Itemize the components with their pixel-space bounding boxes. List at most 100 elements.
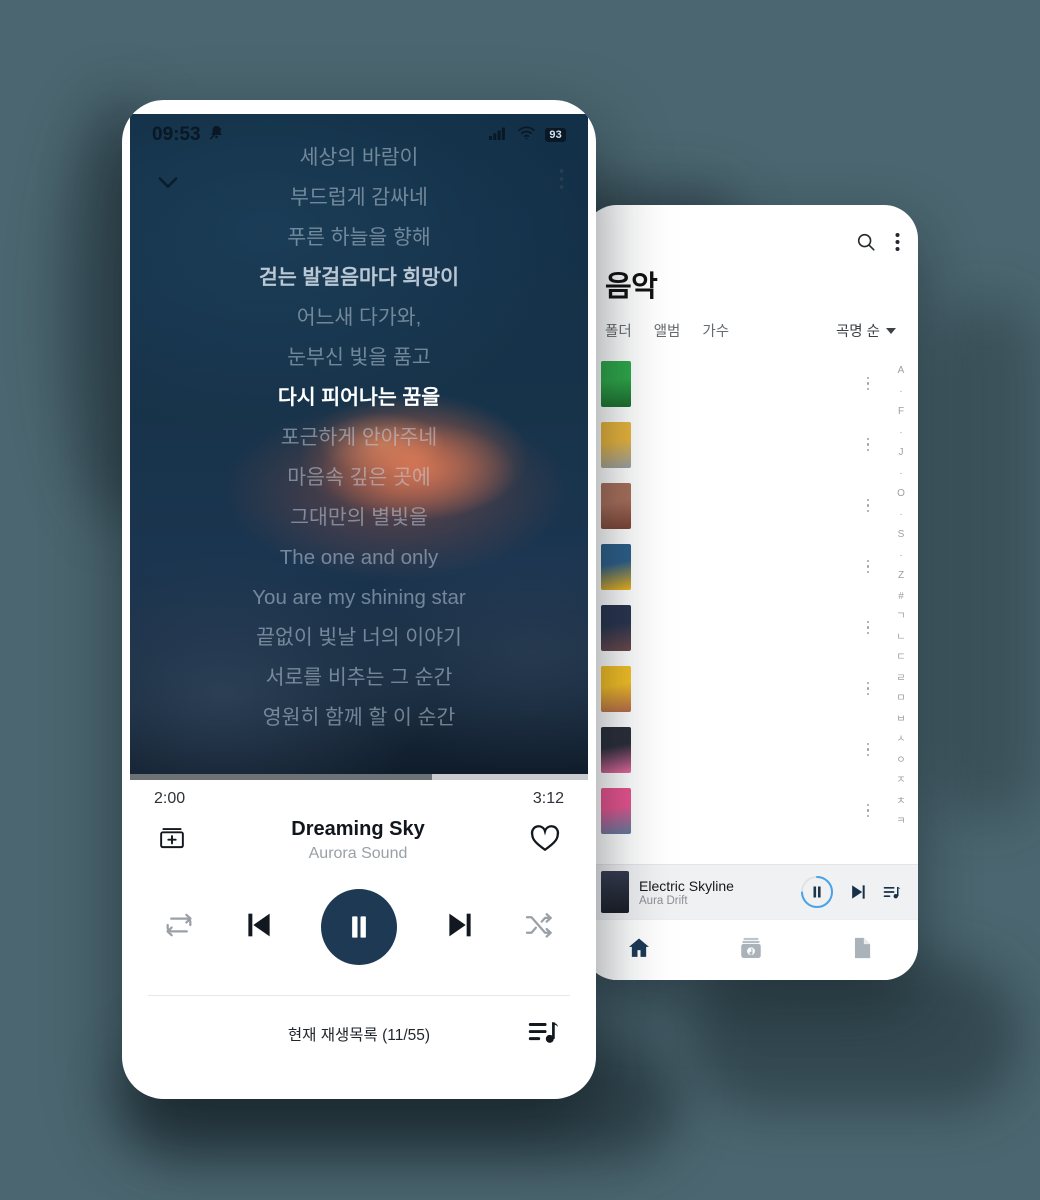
cellular-signal-icon: [489, 124, 508, 146]
now-playing-title: Dreaming Sky: [291, 818, 425, 840]
track-row[interactable]: [583, 353, 884, 414]
add-to-playlist-icon[interactable]: [156, 822, 188, 859]
library-top-bar: [583, 205, 918, 271]
lyric-line: 그대만의 별빛을: [290, 506, 428, 529]
index-letter[interactable]: S: [898, 525, 905, 546]
track-more-icon[interactable]: [856, 437, 880, 452]
library-tabs: 폴더 앨범 가수 곡명 순: [583, 302, 918, 353]
tab-folder[interactable]: 폴더: [605, 320, 632, 341]
search-icon[interactable]: [855, 231, 877, 253]
play-pause-button[interactable]: [321, 889, 397, 965]
lyric-line: 마음속 깊은 곳에: [287, 466, 431, 489]
skip-next-icon[interactable]: [443, 908, 477, 947]
screenshot-stage: 음악 폴더 앨범 가수 곡명 순 A · F · J · O · S · Z # ㄱㄴㄷㄹㅁㅂㅅㅇㅈㅊㅋ…: [0, 0, 1040, 1200]
track-row[interactable]: [583, 475, 884, 536]
track-row[interactable]: [583, 414, 884, 475]
track-more-icon[interactable]: [856, 803, 880, 818]
track-row[interactable]: [583, 780, 884, 841]
track-more-icon[interactable]: [856, 498, 880, 513]
lyric-line: 걷는 발걸음마다 희망이: [259, 266, 459, 289]
index-letter[interactable]: ㅋ: [896, 812, 905, 833]
track-more-icon[interactable]: [856, 559, 880, 574]
index-letter[interactable]: ·: [899, 546, 902, 567]
more-vertical-icon[interactable]: [895, 232, 900, 252]
index-letter[interactable]: ㅂ: [896, 710, 905, 731]
track-more-icon[interactable]: [856, 681, 880, 696]
skip-previous-icon[interactable]: [242, 908, 276, 947]
nav-item-albums[interactable]: [695, 935, 807, 966]
track-row[interactable]: [583, 597, 884, 658]
index-letter[interactable]: ㅊ: [896, 792, 905, 813]
home-icon: [626, 935, 652, 966]
battery-indicator: 93: [545, 128, 566, 142]
lyric-line: 어느새 다가와,: [296, 306, 422, 329]
track-more-icon[interactable]: [856, 742, 880, 757]
tab-album[interactable]: 앨범: [654, 320, 681, 341]
lyrics-pane[interactable]: 09:53 93 세상의 바람이 부드럽게 감싸네 푸른 하늘을 향해 걷는 발…: [130, 114, 588, 774]
page-title: 음악: [605, 271, 658, 303]
queue-music-icon[interactable]: [526, 1015, 560, 1054]
index-letter[interactable]: ·: [899, 382, 902, 403]
backdrop-shadow: [690, 960, 1020, 1110]
album-art: [601, 360, 631, 407]
index-letter[interactable]: ㅇ: [896, 751, 905, 772]
now-playing-info: Dreaming Sky Aurora Sound: [130, 808, 588, 863]
albums-icon: [738, 935, 764, 966]
nav-item-home[interactable]: [583, 935, 695, 966]
index-letter[interactable]: ㅈ: [896, 771, 905, 792]
index-letter[interactable]: Z: [898, 566, 904, 587]
status-bar: 09:53 93: [130, 114, 588, 156]
status-bar-time: 09:53: [152, 124, 201, 145]
track-row[interactable]: [583, 658, 884, 719]
mini-player[interactable]: Electric Skyline Aura Drift: [583, 864, 918, 919]
more-vertical-icon[interactable]: [559, 168, 564, 195]
queue-label: 현재 재생목록 (11/55): [287, 1027, 431, 1044]
repeat-icon[interactable]: [162, 908, 196, 947]
status-bar-indicators: 93: [489, 124, 566, 146]
index-letter[interactable]: ㅅ: [896, 730, 905, 751]
lyrics-list: 세상의 바람이 부드럽게 감싸네 푸른 하늘을 향해 걷는 발걸음마다 희망이 어느새 …: [130, 130, 588, 738]
sort-label: 곡명 순: [835, 324, 880, 340]
index-letter[interactable]: ·: [899, 505, 902, 526]
shuffle-icon[interactable]: [522, 908, 556, 947]
index-letter[interactable]: ·: [899, 464, 902, 485]
bottom-navigation-bar[interactable]: [583, 919, 918, 980]
index-letter[interactable]: ㅁ: [896, 689, 905, 710]
index-letter[interactable]: O: [897, 484, 905, 505]
index-letter[interactable]: A: [898, 361, 905, 382]
track-list[interactable]: [583, 353, 884, 919]
track-meta: [643, 444, 844, 446]
index-letter[interactable]: ㄱ: [896, 607, 905, 628]
playback-progress-bar[interactable]: [130, 774, 588, 780]
library-phone: 음악 폴더 앨범 가수 곡명 순 A · F · J · O · S · Z # ㄱㄴㄷㄹㅁㅂㅅㅇㅈㅊㅋ…: [583, 205, 918, 980]
mini-play-pause-button[interactable]: [800, 875, 834, 909]
lyric-line: 눈부신 빛을 품고: [287, 346, 431, 369]
album-art: [601, 787, 631, 834]
track-more-icon[interactable]: [856, 620, 880, 635]
track-row[interactable]: [583, 536, 884, 597]
file-icon: [849, 935, 875, 966]
alphabet-index-rail[interactable]: A · F · J · O · S · Z # ㄱㄴㄷㄹㅁㅂㅅㅇㅈㅊㅋ: [884, 353, 918, 919]
now-playing-text: Dreaming Sky Aurora Sound: [188, 818, 528, 863]
index-letter[interactable]: ㄹ: [896, 669, 905, 690]
queue-bar[interactable]: 현재 재생목록 (11/55): [148, 995, 570, 1072]
index-letter[interactable]: ·: [899, 423, 902, 444]
sort-selector[interactable]: 곡명 순: [836, 320, 896, 341]
nav-item-file[interactable]: [806, 935, 918, 966]
index-letter[interactable]: ㄴ: [896, 628, 905, 649]
mini-queue-music-icon[interactable]: [882, 882, 902, 902]
tab-artist[interactable]: 가수: [702, 320, 729, 341]
index-letter[interactable]: ㄷ: [896, 648, 905, 669]
lyric-line: 푸른 하늘을 향해: [287, 226, 431, 249]
heart-outline-icon[interactable]: [528, 821, 562, 860]
track-row[interactable]: [583, 719, 884, 780]
index-letter[interactable]: #: [898, 587, 904, 608]
track-more-icon[interactable]: [856, 376, 880, 391]
index-letter[interactable]: J: [899, 443, 904, 464]
track-meta: [643, 627, 844, 629]
mini-skip-next-icon[interactable]: [848, 882, 868, 902]
album-art: [601, 421, 631, 468]
index-letter[interactable]: F: [898, 402, 904, 423]
bell-muted-icon: [208, 124, 225, 147]
chevron-down-icon[interactable]: [154, 168, 182, 201]
